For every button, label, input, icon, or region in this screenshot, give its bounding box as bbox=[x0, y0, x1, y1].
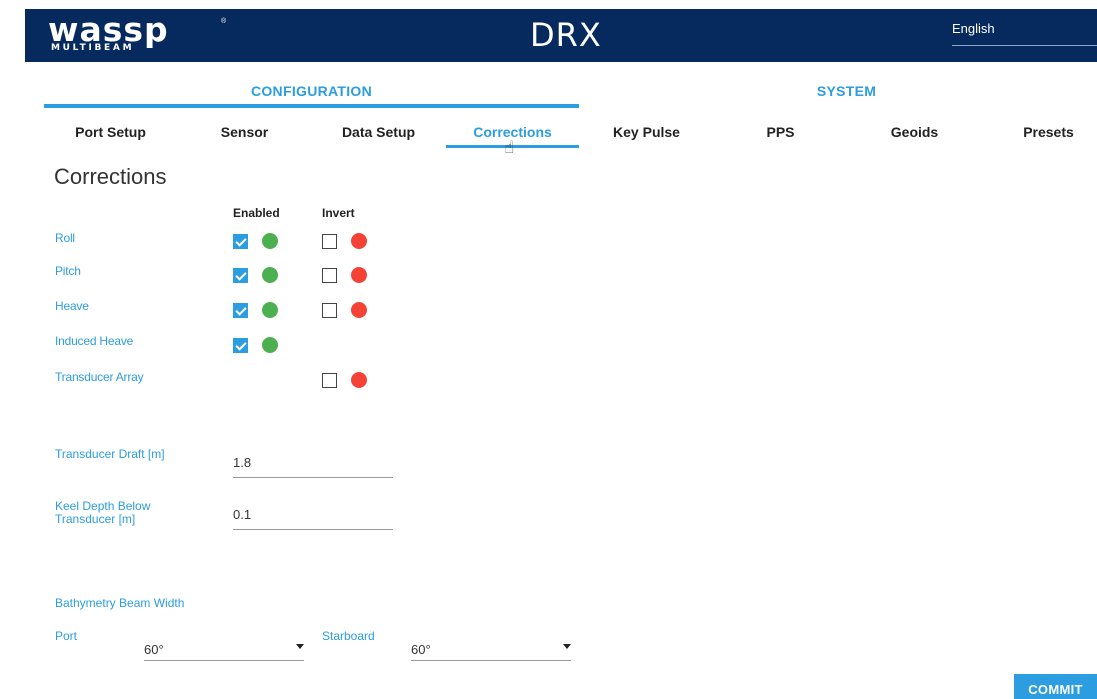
tab-system-label: SYSTEM bbox=[816, 83, 877, 99]
starboard-beam-width-value: 60° bbox=[411, 642, 431, 657]
pitch-enabled-checkbox[interactable] bbox=[233, 268, 248, 283]
language-select[interactable]: English bbox=[952, 18, 1097, 46]
port-beam-width-select[interactable]: 60° bbox=[144, 635, 304, 661]
keel-depth-label-line2: Transducer [m] bbox=[55, 512, 136, 526]
port-beam-width-value: 60° bbox=[144, 642, 164, 657]
pitch-invert-checkbox[interactable] bbox=[322, 268, 337, 283]
keel-depth-input[interactable]: 0.1 bbox=[233, 504, 393, 530]
column-invert-header: Invert bbox=[322, 206, 355, 220]
starboard-label: Starboard bbox=[322, 629, 375, 643]
registered-mark: ® bbox=[221, 18, 227, 25]
hand-cursor-icon: ☝ bbox=[504, 138, 515, 157]
pitch-invert-status-dot bbox=[351, 267, 367, 283]
subtab-geoids[interactable]: Geoids bbox=[848, 115, 981, 148]
port-label: Port bbox=[55, 629, 78, 643]
roll-invert-status-dot bbox=[351, 233, 367, 249]
subtab-sensor[interactable]: Sensor bbox=[178, 115, 311, 148]
heave-enabled-checkbox[interactable] bbox=[233, 303, 248, 318]
keel-depth-value: 0.1 bbox=[233, 507, 252, 522]
starboard-beam-width-select[interactable]: 60° bbox=[411, 635, 571, 661]
tab-configuration-label: CONFIGURATION bbox=[250, 83, 373, 99]
heave-enabled-status-dot bbox=[262, 302, 278, 318]
subtab-port-setup[interactable]: Port Setup bbox=[44, 115, 177, 148]
transducer-array-invert-status-dot bbox=[351, 372, 367, 388]
heave-invert-status-dot bbox=[351, 302, 367, 318]
roll-label: Roll bbox=[55, 231, 75, 245]
roll-enabled-status-dot bbox=[262, 233, 278, 249]
pitch-label: Pitch bbox=[55, 264, 81, 278]
induced-heave-enabled-checkbox[interactable] bbox=[233, 338, 248, 353]
transducer-array-invert-checkbox[interactable] bbox=[322, 373, 337, 388]
subtab-data-setup[interactable]: Data Setup bbox=[312, 115, 445, 148]
dropdown-arrow-icon bbox=[296, 644, 304, 649]
page-title: Corrections bbox=[54, 164, 167, 189]
keel-depth-label: Keel Depth Below Transducer [m] bbox=[55, 500, 150, 526]
subtab-pps[interactable]: PPS bbox=[714, 115, 847, 148]
tab-configuration[interactable]: CONFIGURATION bbox=[44, 78, 579, 108]
configuration-subtabs: Port Setup Sensor Data Setup Corrections… bbox=[44, 115, 1097, 150]
app-header: wassp ® MULTIBEAM DRX English bbox=[25, 9, 1097, 62]
transducer-draft-label: Transducer Draft [m] bbox=[55, 447, 165, 461]
subtab-presets[interactable]: Presets bbox=[982, 115, 1097, 148]
tab-system[interactable]: SYSTEM bbox=[579, 78, 1097, 108]
roll-invert-checkbox[interactable] bbox=[322, 234, 337, 249]
dropdown-arrow-icon bbox=[563, 644, 571, 649]
commit-button[interactable]: COMMIT bbox=[1014, 674, 1097, 699]
column-enabled-header: Enabled bbox=[233, 206, 280, 220]
subtab-key-pulse[interactable]: Key Pulse bbox=[580, 115, 713, 148]
beam-width-label: Bathymetry Beam Width bbox=[55, 596, 185, 610]
language-value: English bbox=[952, 21, 995, 36]
heave-label: Heave bbox=[55, 299, 89, 313]
heave-invert-checkbox[interactable] bbox=[322, 303, 337, 318]
transducer-draft-input[interactable]: 1.8 bbox=[233, 452, 393, 478]
app-title: DRX bbox=[530, 16, 602, 54]
induced-heave-enabled-status-dot bbox=[262, 337, 278, 353]
pitch-enabled-status-dot bbox=[262, 267, 278, 283]
roll-enabled-checkbox[interactable] bbox=[233, 234, 248, 249]
wassp-logo: wassp ® MULTIBEAM bbox=[48, 12, 248, 56]
logo-subtitle: MULTIBEAM bbox=[51, 43, 135, 53]
induced-heave-label: Induced Heave bbox=[55, 334, 134, 348]
transducer-draft-value: 1.8 bbox=[233, 455, 252, 470]
transducer-array-label: Transducer Array bbox=[55, 370, 144, 384]
